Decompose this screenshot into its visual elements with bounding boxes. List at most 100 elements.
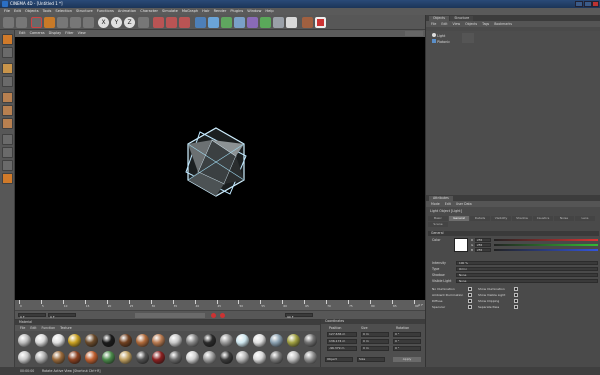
attr-tab-noise[interactable]: Noise bbox=[554, 216, 574, 221]
undo-icon[interactable] bbox=[3, 17, 14, 28]
menu-item-render[interactable]: Render bbox=[214, 9, 227, 13]
attributes-menu-mode[interactable]: Mode bbox=[431, 202, 440, 206]
minimize-button[interactable] bbox=[575, 1, 583, 7]
size-mode-select[interactable]: Size bbox=[357, 357, 385, 362]
material-swatch[interactable] bbox=[102, 334, 115, 347]
attr-tab-shadow[interactable]: Shadow bbox=[512, 216, 532, 221]
menu-item-hair[interactable]: Hair bbox=[202, 9, 209, 13]
objects-menu-edit[interactable]: Edit bbox=[441, 22, 447, 26]
material-swatch[interactable] bbox=[85, 351, 99, 364]
menu-item-window[interactable]: Window bbox=[247, 9, 261, 13]
material-swatch[interactable] bbox=[135, 351, 149, 364]
attr-tab-lens[interactable]: Lens bbox=[575, 216, 595, 221]
material-swatch[interactable] bbox=[18, 351, 31, 364]
menu-item-functions[interactable]: Functions bbox=[97, 9, 114, 13]
timeline-ruler[interactable]: 0 5 10 15 20 25 30 35 40 45 50 55 60 65 70 75 80 85 90 0 F bbox=[15, 300, 425, 310]
material-swatch[interactable] bbox=[68, 334, 82, 347]
material-swatch[interactable] bbox=[303, 351, 317, 364]
camera-icon[interactable] bbox=[273, 17, 284, 28]
material-swatch[interactable] bbox=[303, 334, 317, 347]
checkbox[interactable] bbox=[514, 299, 518, 303]
maximize-button[interactable] bbox=[584, 1, 592, 7]
points-mode-icon[interactable] bbox=[2, 92, 13, 103]
material-swatch[interactable] bbox=[253, 351, 267, 364]
attr-tab-details[interactable]: Details bbox=[470, 216, 490, 221]
checkbox[interactable] bbox=[514, 293, 518, 297]
material-swatch[interactable] bbox=[152, 334, 166, 347]
material-swatch[interactable] bbox=[202, 334, 216, 347]
polygons-mode-icon[interactable] bbox=[2, 118, 13, 129]
snap-icon[interactable] bbox=[2, 160, 13, 171]
position-field[interactable]: -96.379 m bbox=[327, 346, 357, 351]
size-field[interactable]: 0 m bbox=[361, 332, 389, 337]
viewport-nav-icons[interactable] bbox=[405, 31, 423, 36]
menu-item-animation[interactable]: Animation bbox=[118, 9, 136, 13]
workplane-icon[interactable] bbox=[2, 76, 13, 87]
current-frame-field[interactable]: 0 F bbox=[18, 313, 46, 319]
close-button[interactable] bbox=[592, 1, 599, 7]
property-value[interactable]: None bbox=[456, 273, 598, 277]
scale-icon[interactable] bbox=[57, 17, 68, 28]
checkbox[interactable] bbox=[468, 299, 472, 303]
material-swatch[interactable] bbox=[34, 351, 48, 364]
rgb-value-field[interactable]: 255 bbox=[475, 243, 491, 247]
visibility-toggles[interactable] bbox=[462, 33, 474, 43]
perspective-viewport[interactable] bbox=[15, 37, 425, 300]
material-swatch[interactable] bbox=[219, 334, 233, 347]
deformer-icon[interactable] bbox=[247, 17, 258, 28]
viewport-menu-edit[interactable]: Edit bbox=[19, 31, 26, 35]
attr-tab-scene[interactable]: Scene bbox=[428, 222, 448, 227]
objects-menu-tags[interactable]: Tags bbox=[482, 22, 489, 26]
material-swatch[interactable] bbox=[169, 351, 183, 364]
material-swatch[interactable] bbox=[219, 351, 233, 364]
sculpt-icon[interactable] bbox=[2, 173, 13, 184]
material-swatch[interactable] bbox=[202, 351, 216, 364]
menu-item-selection[interactable]: Selection bbox=[55, 9, 72, 13]
attr-tab-caustics[interactable]: Caustics bbox=[533, 216, 553, 221]
object-row-light[interactable]: Light bbox=[432, 33, 445, 38]
material-swatch[interactable] bbox=[102, 351, 115, 364]
axis-mode-icon[interactable] bbox=[2, 134, 13, 145]
edges-mode-icon[interactable] bbox=[2, 105, 13, 116]
rotation-field[interactable]: 0 ° bbox=[393, 339, 421, 344]
material-swatch[interactable] bbox=[85, 334, 99, 347]
platonic-object[interactable] bbox=[15, 37, 425, 300]
nurbs-icon[interactable] bbox=[221, 17, 232, 28]
render-picture-viewer-icon[interactable] bbox=[166, 17, 177, 28]
property-value[interactable]: 100 % bbox=[456, 261, 598, 265]
material-swatch[interactable] bbox=[169, 334, 183, 347]
menu-item-edit[interactable]: Edit bbox=[14, 9, 21, 13]
material-menu-function[interactable]: Function bbox=[42, 326, 56, 330]
rgb-slider[interactable] bbox=[494, 239, 598, 241]
size-field[interactable]: 0 m bbox=[361, 346, 389, 351]
material-swatch[interactable] bbox=[34, 334, 48, 347]
scene-floor-icon[interactable] bbox=[260, 17, 271, 28]
material-swatch[interactable] bbox=[152, 351, 166, 364]
material-swatch[interactable] bbox=[236, 334, 250, 347]
material-swatch[interactable] bbox=[270, 334, 283, 347]
objects-menu-objects[interactable]: Objects bbox=[465, 22, 477, 26]
material-swatch[interactable] bbox=[51, 334, 65, 347]
start-frame-field[interactable]: 0 F bbox=[48, 313, 76, 319]
live-selection-icon[interactable] bbox=[31, 17, 42, 28]
material-swatches[interactable] bbox=[15, 331, 320, 368]
make-editable-icon[interactable] bbox=[2, 34, 13, 45]
material-swatch[interactable] bbox=[118, 334, 132, 347]
x-axis-lock-icon[interactable]: X bbox=[98, 17, 109, 28]
playback-buttons[interactable] bbox=[135, 313, 205, 318]
move-icon[interactable] bbox=[44, 17, 55, 28]
objects-list[interactable]: Light Platonic bbox=[426, 31, 600, 201]
record-icon[interactable] bbox=[315, 17, 326, 28]
menu-item-simulate[interactable]: Simulate bbox=[162, 9, 178, 13]
spline-pen-icon[interactable] bbox=[208, 17, 219, 28]
object-row-platonic[interactable]: Platonic bbox=[432, 39, 450, 44]
rgb-value-field[interactable]: 255 bbox=[475, 238, 491, 242]
checkbox[interactable] bbox=[468, 287, 472, 291]
light-icon[interactable] bbox=[286, 17, 297, 28]
menu-item-help[interactable]: Help bbox=[265, 9, 273, 13]
coordinate-system-icon[interactable] bbox=[138, 17, 149, 28]
material-menu-edit[interactable]: Edit bbox=[30, 326, 36, 330]
attributes-menu-user-data[interactable]: User Data bbox=[456, 202, 472, 206]
rotation-field[interactable]: 0 ° bbox=[393, 346, 421, 351]
y-axis-lock-icon[interactable]: Y bbox=[111, 17, 122, 28]
